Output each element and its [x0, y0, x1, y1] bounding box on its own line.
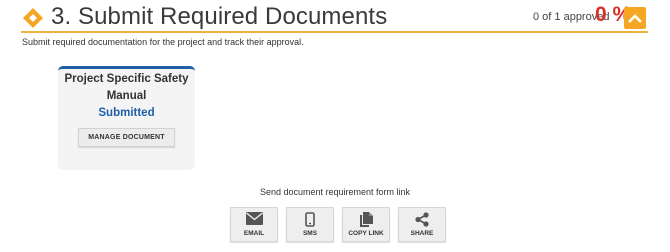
send-link-label: Send document requirement form link [259, 187, 411, 197]
document-status: Submitted [98, 107, 155, 119]
share-nodes-icon [415, 212, 429, 227]
collapse-section-button[interactable] [624, 7, 646, 29]
sms-button[interactable]: SMS [286, 207, 334, 242]
copy-link-button-label: COPY LINK [348, 230, 384, 237]
copy-document-icon [359, 212, 373, 227]
section-description: Submit required documentation for the pr… [22, 37, 304, 47]
document-card: Project Specific Safety Manual Submitted… [58, 66, 195, 170]
chevron-up-icon [628, 14, 642, 23]
copy-link-button[interactable]: COPY LINK [342, 207, 390, 242]
email-button-label: EMAIL [243, 230, 265, 237]
sms-button-label: SMS [302, 230, 318, 237]
diamond-status-icon [23, 8, 43, 28]
share-button-label: SHARE [410, 230, 434, 237]
section-header: 3. Submit Required Documents 0 of 1 appr… [0, 0, 670, 34]
envelope-icon [245, 212, 263, 225]
share-button[interactable]: SHARE [398, 207, 446, 242]
document-name: Project Specific Safety Manual [64, 73, 189, 102]
manage-document-button[interactable]: MANAGE DOCUMENT [78, 128, 175, 147]
mobile-phone-icon [305, 212, 315, 227]
section-title: 3. Submit Required Documents [51, 3, 388, 30]
email-button[interactable]: EMAIL [230, 207, 278, 242]
header-divider [21, 31, 648, 33]
